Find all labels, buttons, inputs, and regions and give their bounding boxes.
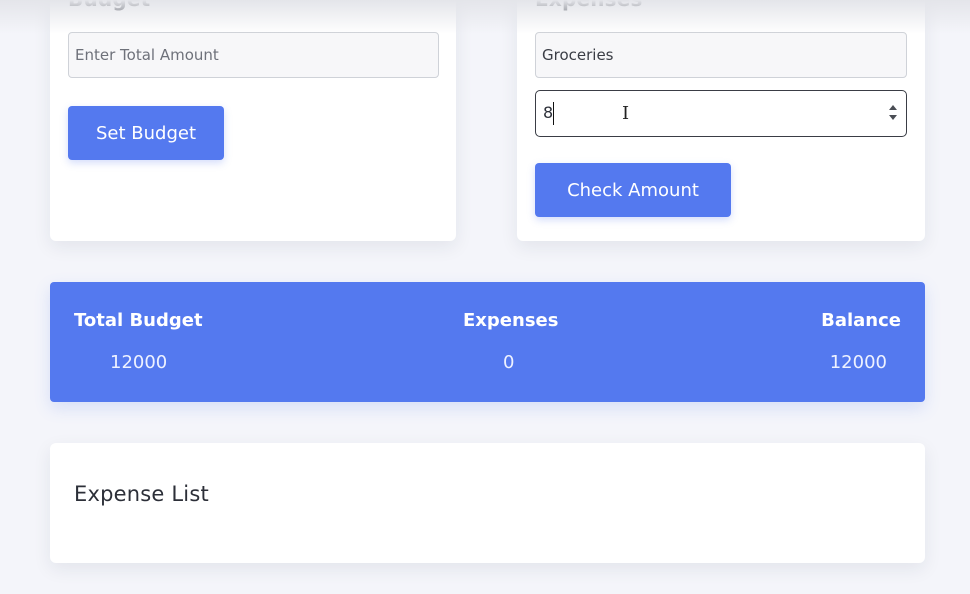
expense-list-title: Expense List — [74, 482, 209, 506]
spin-down-icon[interactable] — [889, 115, 897, 120]
expenses-card: Expenses 8 I Check Amount — [517, 0, 925, 241]
spin-up-icon[interactable] — [889, 105, 897, 110]
total-budget-label: Total Budget — [74, 310, 203, 331]
expenses-card-title: Expenses — [535, 0, 643, 11]
summary-bar: Total Budget 12000 Expenses 0 Balance 12… — [50, 282, 925, 402]
budget-card-title: Budget — [68, 0, 150, 11]
page: Budget Set Budget Expenses 8 I Check Amo… — [0, 0, 970, 594]
text-caret — [553, 102, 554, 125]
expense-amount-value: 8 — [543, 103, 554, 122]
text-cursor-icon: I — [622, 103, 630, 124]
expense-list-card: Expense List — [50, 443, 925, 563]
total-budget-value: 12000 — [110, 352, 168, 373]
expense-title-input[interactable] — [535, 32, 907, 78]
set-budget-button[interactable]: Set Budget — [68, 106, 224, 160]
expense-amount-input[interactable]: 8 I — [535, 90, 907, 137]
balance-label: Balance — [821, 310, 901, 331]
expenses-total-label: Expenses — [463, 310, 559, 331]
budget-card: Budget Set Budget — [50, 0, 456, 241]
spinner-arrows-icon[interactable] — [888, 103, 898, 123]
expenses-total-value: 0 — [503, 352, 515, 373]
check-amount-button[interactable]: Check Amount — [535, 163, 731, 217]
balance-value: 12000 — [829, 352, 887, 373]
total-amount-input[interactable] — [68, 32, 439, 78]
